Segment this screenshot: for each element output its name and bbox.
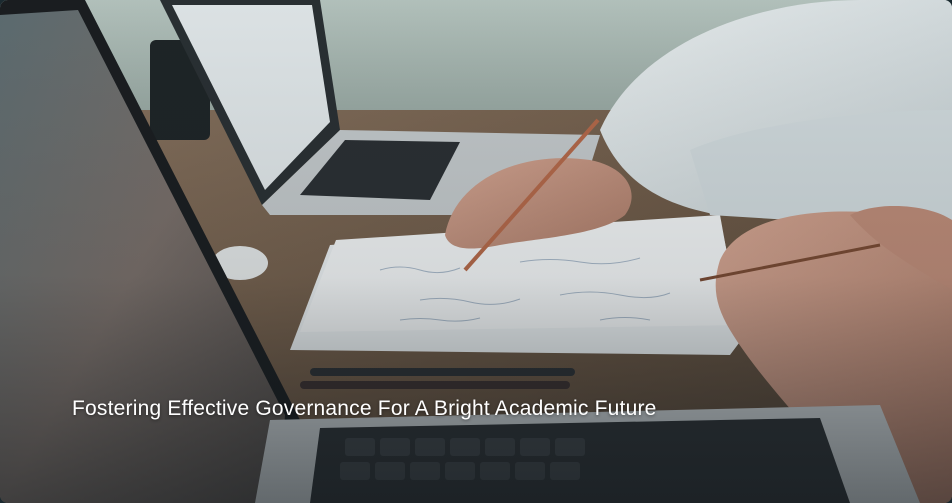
hero-dark-overlay (0, 0, 952, 503)
hero-banner: Fostering Effective Governance For A Bri… (0, 0, 952, 503)
hero-caption: Fostering Effective Governance For A Bri… (72, 397, 657, 420)
